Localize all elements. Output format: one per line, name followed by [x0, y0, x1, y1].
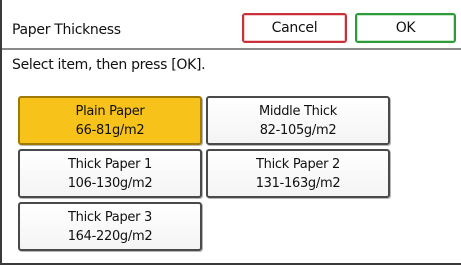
option-name: Middle Thick	[259, 103, 337, 119]
option-range: 164-220g/m2	[67, 228, 153, 244]
option-range: 106-130g/m2	[67, 175, 153, 191]
option-thick-paper-1[interactable]: Thick Paper 1 106-130g/m2	[18, 149, 202, 198]
option-name: Thick Paper 1	[68, 156, 152, 172]
option-name: Thick Paper 3	[68, 209, 152, 225]
instruction-text: Select item, then press [OK].	[12, 57, 206, 73]
ok-button[interactable]: OK	[355, 13, 456, 43]
option-range: 66-81g/m2	[75, 122, 145, 138]
option-range: 82-105g/m2	[259, 122, 337, 138]
cancel-button[interactable]: Cancel	[242, 13, 347, 43]
option-name: Plain Paper	[75, 103, 145, 119]
option-plain-paper[interactable]: Plain Paper 66-81g/m2	[18, 96, 202, 145]
option-middle-thick[interactable]: Middle Thick 82-105g/m2	[206, 96, 390, 145]
option-range: 131-163g/m2	[255, 175, 341, 191]
dialog-header: Paper Thickness Cancel OK	[2, 0, 461, 50]
option-name: Thick Paper 2	[256, 156, 340, 172]
dialog-title: Paper Thickness	[12, 22, 121, 38]
option-thick-paper-2[interactable]: Thick Paper 2 131-163g/m2	[206, 149, 390, 198]
paper-thickness-panel: Paper Thickness Cancel OK Select item, t…	[0, 0, 461, 265]
option-thick-paper-3[interactable]: Thick Paper 3 164-220g/m2	[18, 202, 202, 251]
